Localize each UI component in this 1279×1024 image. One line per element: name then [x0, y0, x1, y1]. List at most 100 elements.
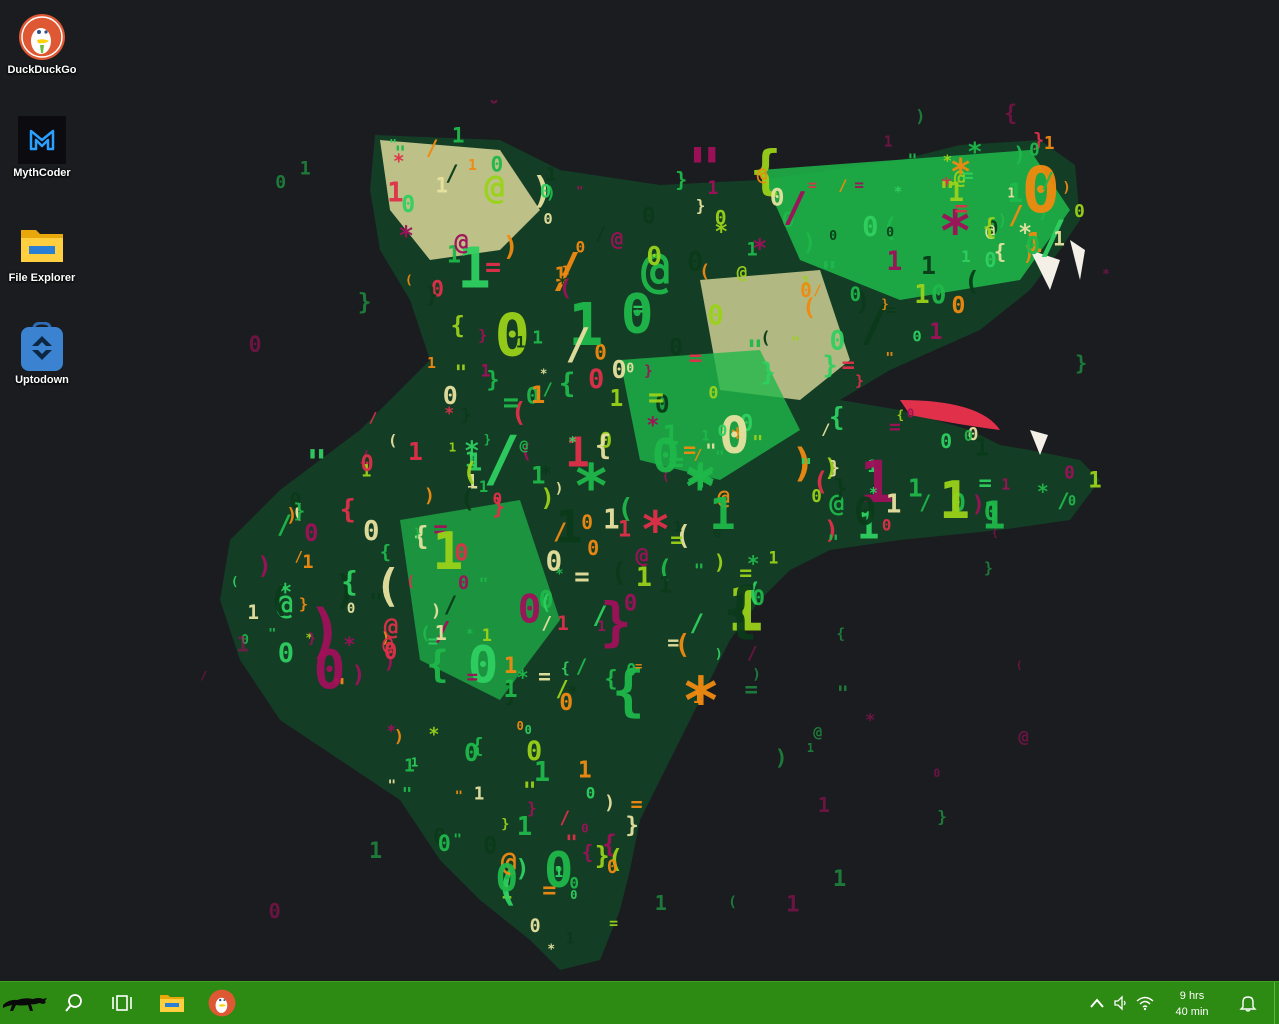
wallpaper-glyph: /	[1041, 167, 1054, 192]
wallpaper-glyph: 0	[707, 298, 724, 331]
wallpaper-glyph: {	[595, 431, 612, 462]
wallpaper-glyph: (	[611, 558, 627, 589]
wallpaper-glyph: 1	[578, 758, 592, 784]
show-hidden-icons-button[interactable]	[1086, 992, 1108, 1014]
wallpaper-glyph: 1	[449, 440, 457, 455]
wallpaper-glyph: 1	[886, 246, 902, 277]
show-desktop-button[interactable]	[1274, 982, 1279, 1024]
wallpaper-glyph: =	[635, 659, 642, 674]
desktop-icon-uptodown[interactable]: Uptodown	[2, 322, 82, 386]
wallpaper-glyph: }	[881, 297, 888, 311]
wallpaper-glyph: 1	[404, 756, 415, 777]
wallpaper-glyph: }	[486, 368, 499, 393]
wallpaper-glyph: 1	[427, 354, 436, 372]
wallpaper-glyph: {	[829, 403, 845, 433]
wallpaper-glyph: {	[582, 841, 594, 864]
wallpaper-glyph: =	[667, 630, 679, 654]
start-button[interactable]	[0, 982, 50, 1024]
wallpaper-glyph: 1	[468, 156, 477, 174]
wallpaper-glyph: 1	[659, 573, 673, 599]
wallpaper-glyph: )	[803, 230, 817, 256]
wallpaper-glyph: 1	[786, 892, 800, 918]
wallpaper-glyph: 0	[576, 238, 586, 257]
wallpaper-glyph: 1	[807, 741, 814, 755]
wallpaper-glyph: (	[406, 574, 415, 591]
wallpaper-glyph: {	[983, 213, 997, 241]
wallpaper-glyph: 0	[530, 916, 541, 937]
wallpaper-glyph: 1	[566, 930, 575, 948]
wallpaper-glyph: 1	[655, 891, 667, 915]
wallpaper-glyph: "	[455, 789, 463, 805]
wallpaper-glyph: )	[855, 287, 870, 317]
task-view-icon	[112, 995, 132, 1011]
wallpaper-glyph: {	[340, 494, 356, 525]
wallpaper-glyph: "	[453, 831, 462, 848]
wallpaper-glyph: *	[387, 721, 397, 740]
wallpaper-glyph: (	[559, 276, 573, 302]
wallpaper-glyph: )	[503, 232, 519, 263]
wallpaper-glyph: 0	[347, 601, 356, 617]
wallpaper-glyph: (	[964, 266, 980, 297]
wallpaper-glyph: *	[540, 367, 547, 381]
wallpaper-glyph: (	[460, 484, 476, 514]
mythcoder-icon	[17, 115, 67, 165]
wallpaper-glyph: 0	[612, 355, 627, 384]
wallpaper-glyph: {	[471, 733, 483, 757]
taskbar-duckduckgo-button[interactable]	[199, 982, 245, 1024]
task-view-button[interactable]	[99, 982, 145, 1024]
wallpaper-glyph: 0	[1064, 463, 1075, 483]
wallpaper-glyph: 0	[933, 766, 940, 780]
wallpaper-glyph: )	[424, 486, 435, 507]
wallpaper-glyph: 1	[474, 784, 485, 804]
wallpaper-glyph: 1	[503, 675, 517, 703]
wallpaper-glyph: /	[565, 319, 590, 368]
desktop-icon-mythcoder[interactable]: MythCoder	[2, 115, 82, 179]
wallpaper-glyph: 0	[525, 723, 532, 737]
wallpaper-glyph: 1	[886, 489, 902, 519]
wallpaper-glyph: *	[714, 218, 728, 245]
wallpaper-glyph: *	[393, 150, 405, 173]
volume-icon	[1114, 995, 1126, 1011]
wallpaper-glyph: 0	[912, 328, 921, 346]
wallpaper-glyph: =	[854, 176, 864, 195]
wallpaper-glyph: (	[231, 574, 238, 588]
wallpaper-glyph: "	[828, 531, 840, 554]
wallpaper-glyph: 1	[555, 500, 583, 554]
wallpaper-glyph: }	[937, 807, 947, 826]
wallpaper-glyph: 0	[642, 203, 656, 229]
taskbar-file-explorer-button[interactable]	[149, 982, 195, 1024]
notifications-button[interactable]	[1237, 992, 1259, 1014]
desktop-icon-duckduckgo[interactable]: DuckDuckGo	[2, 12, 82, 76]
wallpaper-glyph: =	[670, 527, 683, 552]
wallpaper-glyph: 1	[554, 863, 563, 881]
search-button[interactable]	[51, 982, 97, 1024]
wallpaper-wolf-code-art: )0@/0=*}()10001(11*1)@{*1)10{(1)(011){0}…	[200, 100, 1110, 970]
wallpaper-glyph: /	[483, 423, 520, 495]
volume-button[interactable]	[1110, 992, 1132, 1014]
wallpaper-glyph: {	[559, 366, 576, 399]
network-button[interactable]	[1134, 992, 1156, 1014]
wallpaper-glyph: }	[675, 168, 687, 192]
wallpaper-glyph: }	[823, 350, 838, 379]
wallpaper-glyph: =	[467, 666, 479, 689]
wallpaper-glyph: 0	[483, 831, 497, 859]
wallpaper-glyph: (	[699, 261, 710, 282]
clock[interactable]: 9 hrs 40 min	[1168, 988, 1216, 1020]
wallpaper-glyph: @	[737, 263, 747, 283]
wallpaper-glyph: )	[1013, 143, 1026, 168]
wallpaper-glyph: 0	[491, 151, 504, 176]
wallpaper-glyph: 0	[526, 736, 542, 767]
wallpaper-glyph: 1	[369, 839, 382, 864]
wallpaper-glyph: 1	[1001, 475, 1010, 493]
wallpaper-glyph: )	[352, 662, 366, 688]
desktop-icon-file-explorer[interactable]: File Explorer	[2, 220, 82, 284]
wallpaper-glyph: )	[604, 792, 615, 813]
wallpaper-glyph: "	[752, 433, 763, 454]
wallpaper-glyph: /	[747, 643, 758, 664]
wallpaper-glyph: "	[479, 574, 489, 593]
desktop-icon-label: MythCoder	[13, 167, 71, 179]
wallpaper-glyph: *	[682, 665, 720, 739]
wallpaper-glyph: 0	[829, 229, 837, 244]
wallpaper-glyph: }	[595, 841, 610, 870]
wallpaper-glyph: 1	[1088, 467, 1101, 493]
